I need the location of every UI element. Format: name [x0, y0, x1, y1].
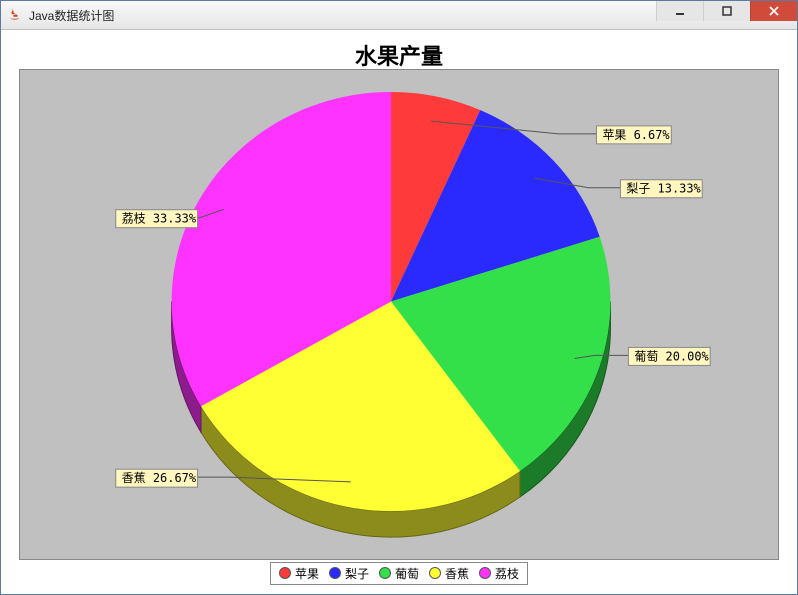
legend-swatch — [429, 567, 441, 579]
legend-swatch — [479, 567, 491, 579]
legend-swatch — [329, 567, 341, 579]
legend-item: 梨子 — [329, 565, 369, 582]
maximize-button[interactable] — [703, 1, 750, 21]
legend-swatch — [279, 567, 291, 579]
minimize-button[interactable] — [656, 1, 703, 21]
close-button[interactable] — [750, 1, 797, 21]
content-pane: 水果产量 苹果 6.67% 梨子 13.33% 葡萄 20.00% 香蕉 26.67%… — [9, 35, 789, 586]
legend-item: 葡萄 — [379, 565, 419, 582]
legend-area: 苹果 梨子 葡萄 香蕉 荔枝 — [9, 562, 789, 584]
pie-label: 苹果 6.67% — [602, 128, 670, 142]
legend-label: 梨子 — [345, 565, 369, 582]
pie-label: 香蕉 26.67% — [122, 471, 197, 485]
legend-item: 香蕉 — [429, 565, 469, 582]
legend: 苹果 梨子 葡萄 香蕉 荔枝 — [270, 562, 528, 585]
legend-item: 荔枝 — [479, 565, 519, 582]
pie-label: 梨子 13.33% — [626, 182, 701, 196]
pie-label: 葡萄 20.00% — [634, 349, 709, 363]
window-controls — [656, 1, 797, 21]
app-window: Java数据统计图 水果产量 苹果 6.67% 梨子 13.33% 葡萄 20.00… — [0, 0, 798, 595]
legend-label: 葡萄 — [395, 565, 419, 582]
legend-label: 荔枝 — [495, 565, 519, 582]
legend-label: 苹果 — [295, 565, 319, 582]
plot-area: 苹果 6.67% 梨子 13.33% 葡萄 20.00% 香蕉 26.67% 荔枝 33… — [19, 69, 779, 560]
legend-swatch — [379, 567, 391, 579]
java-icon — [7, 7, 23, 23]
pie-chart: 苹果 6.67% 梨子 13.33% 葡萄 20.00% 香蕉 26.67% 荔枝 33… — [20, 70, 778, 559]
titlebar[interactable]: Java数据统计图 — [1, 1, 797, 30]
window-title: Java数据统计图 — [29, 7, 114, 24]
legend-item: 苹果 — [279, 565, 319, 582]
pie-label: 荔枝 33.33% — [122, 211, 197, 226]
legend-label: 香蕉 — [445, 565, 469, 582]
chart-title: 水果产量 — [9, 35, 789, 73]
